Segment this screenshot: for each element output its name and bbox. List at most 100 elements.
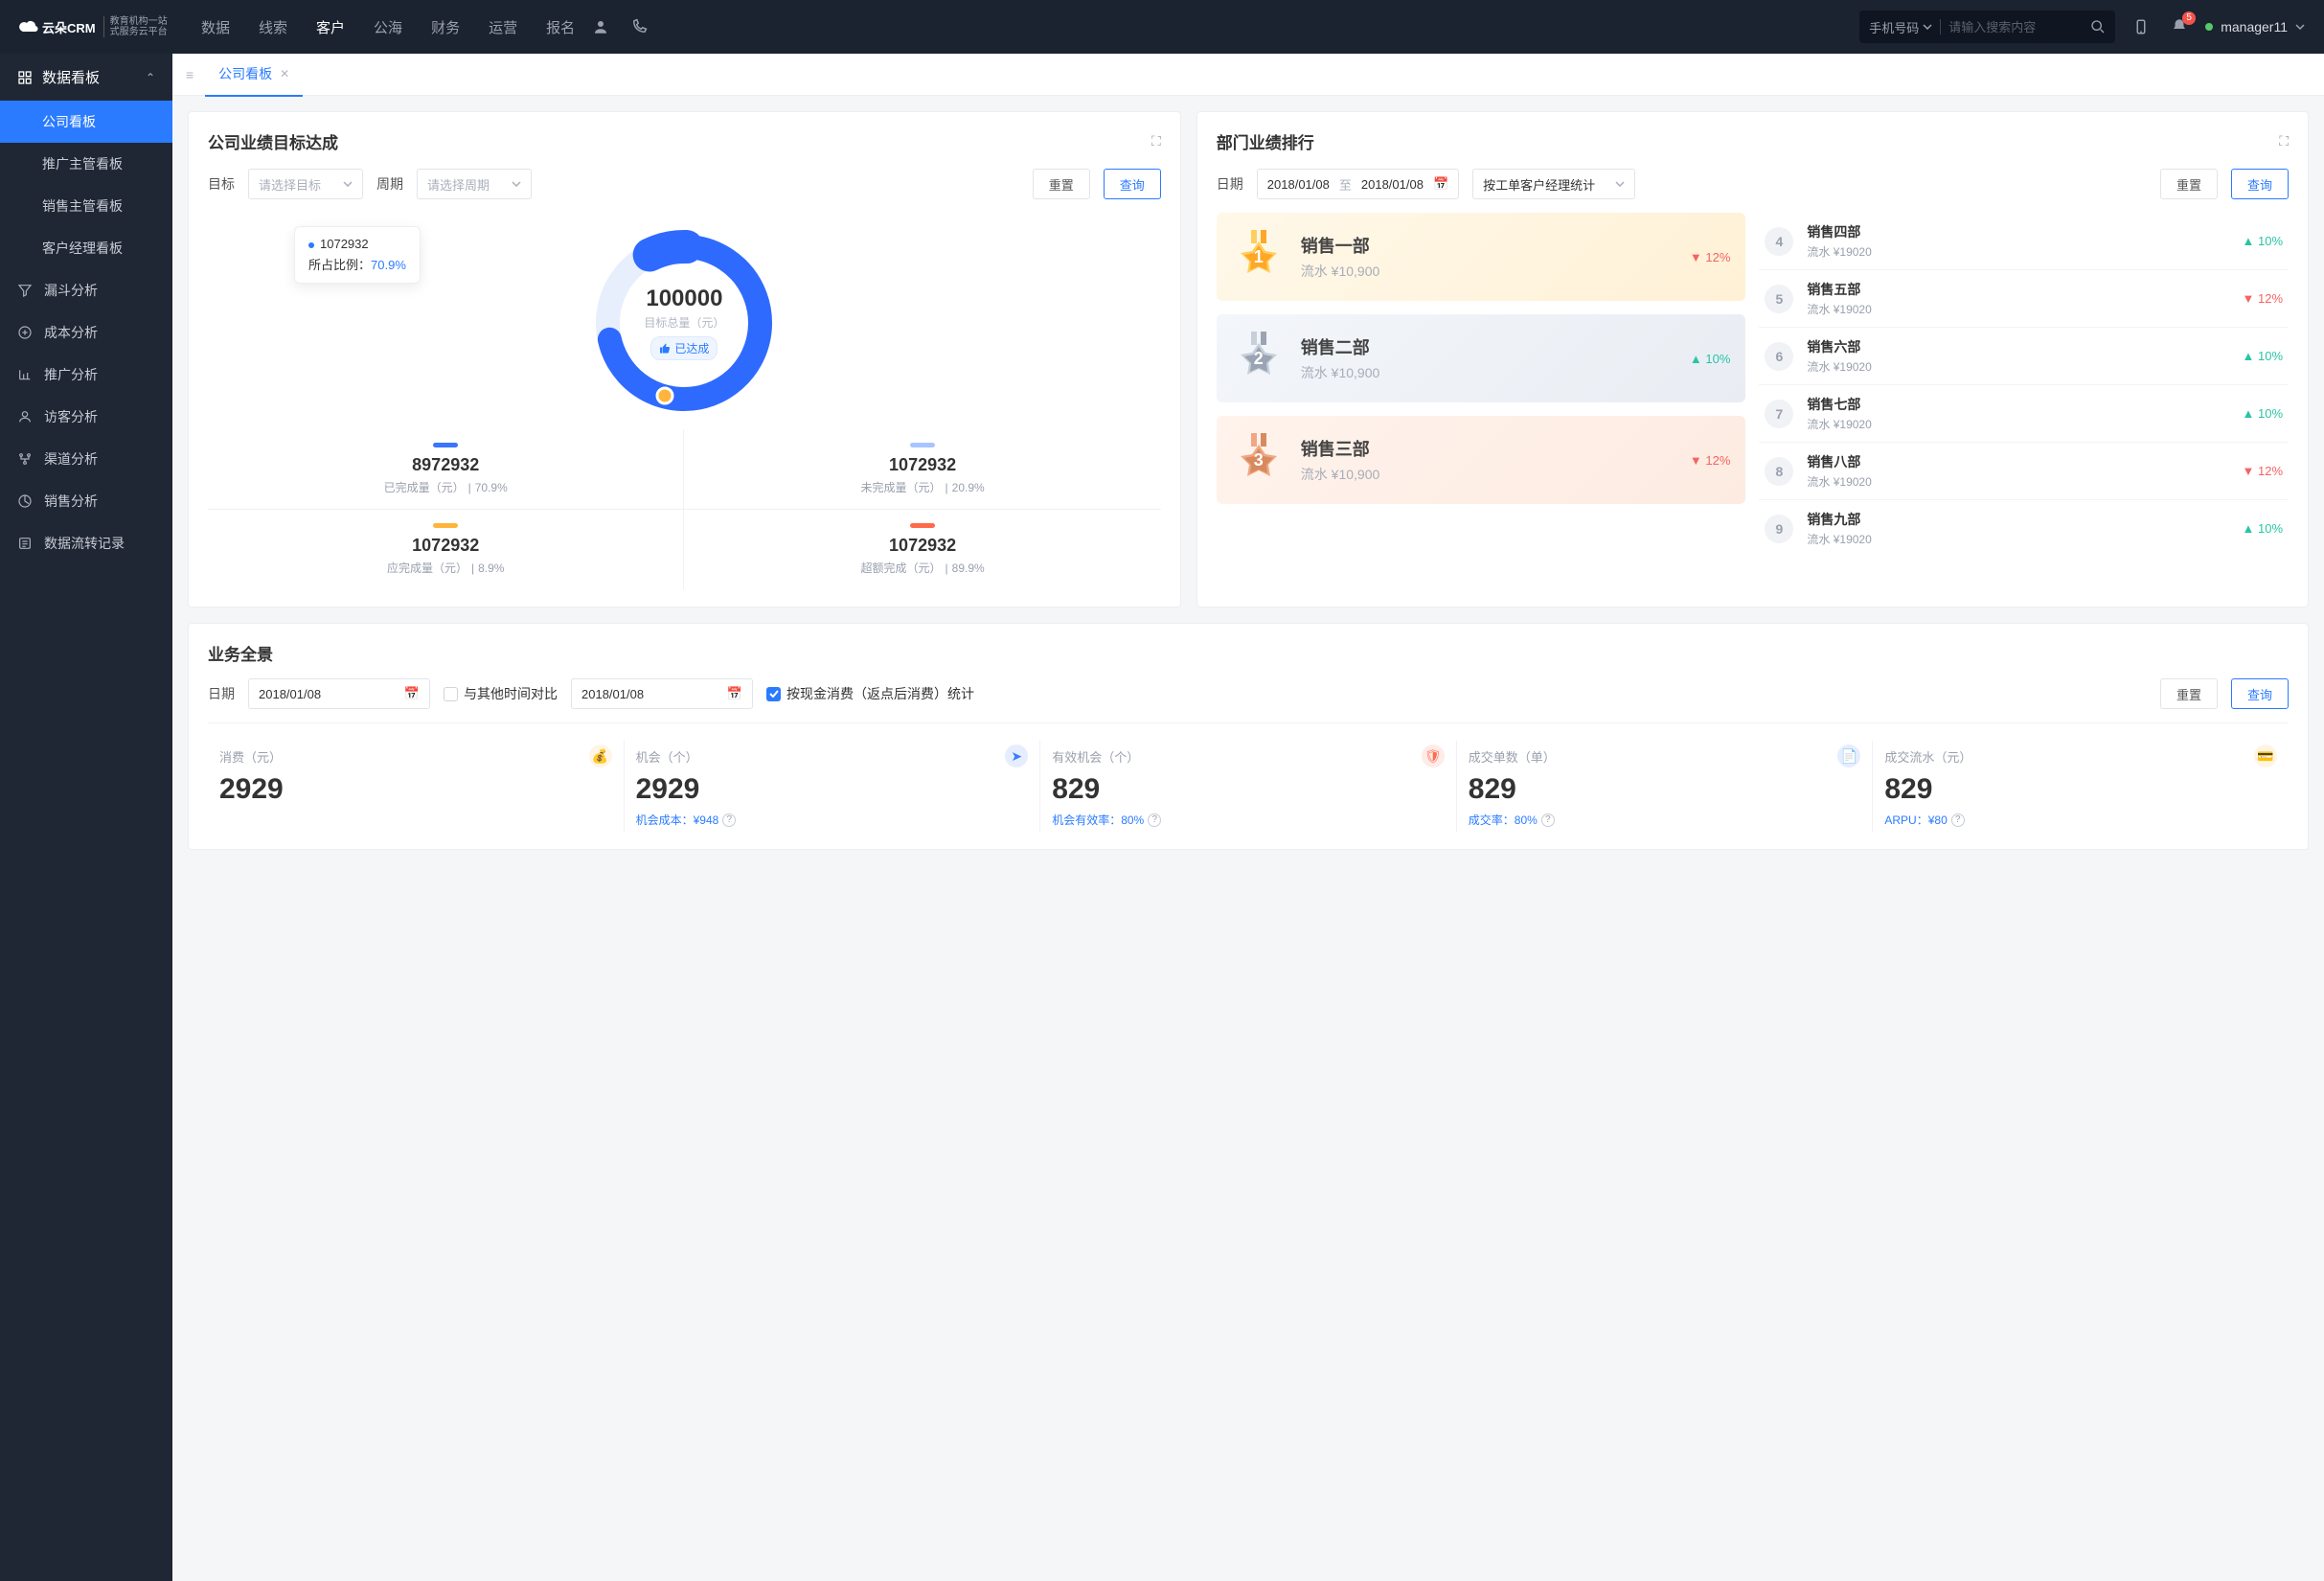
stat-value: 2929 (636, 773, 1029, 806)
search-input[interactable] (1948, 20, 2083, 34)
stat-pill-icon: ➤ (1005, 745, 1028, 768)
chart-tooltip: 1072932 所占比例：70.9% (294, 226, 421, 284)
stat-value: 829 (1884, 773, 2277, 806)
rank-name: 销售五部 (1807, 280, 2228, 299)
sidebar-item-visitor[interactable]: 访客分析 (0, 396, 172, 438)
page-tabbar: ≡ 公司看板 ✕ (172, 54, 2324, 96)
tab-data[interactable]: 数据 (201, 17, 230, 37)
top-navbar: 云朵CRM 教育机构一站 式服务云平台 数据 线索 客户 公海 财务 运营 报名… (0, 0, 2324, 54)
dashboard-icon (17, 70, 33, 85)
rank-row: 7 销售七部流水 ¥19020 ▲ 10% (1759, 385, 2289, 443)
rank-card: 1 销售一部 流水 ¥10,900 ▼ 12% (1217, 213, 1746, 301)
stat-pill-icon: 💰 (589, 745, 612, 768)
expand-icon[interactable]: ⛶ (2279, 133, 2289, 149)
search-box: 手机号码 (1859, 11, 2115, 43)
query-button[interactable]: 查询 (2231, 678, 2289, 709)
stat-label: 机会（个） (636, 747, 698, 766)
tab-finance[interactable]: 财务 (431, 17, 460, 37)
hamburger-icon[interactable]: ≡ (182, 63, 197, 86)
rank-row: 6 销售六部流水 ¥19020 ▲ 10% (1759, 328, 2289, 385)
sidebar-item-sales-analysis[interactable]: 销售分析 (0, 480, 172, 522)
compare-date-picker[interactable]: 2018/01/08📅 (571, 678, 753, 709)
sidebar-group-dashboard[interactable]: 数据看板 ⌃ (0, 54, 172, 101)
sidebar-item-promo-analysis[interactable]: 推广分析 (0, 354, 172, 396)
stat-cell: 有效机会（个）🛡 829 机会有效率：80% ? (1040, 741, 1457, 832)
card-title: 业务全景 (208, 641, 2289, 665)
tab-operations[interactable]: 运营 (489, 17, 517, 37)
page-tab-company[interactable]: 公司看板 ✕ (205, 53, 303, 97)
date-picker[interactable]: 2018/01/08📅 (248, 678, 430, 709)
notification-button[interactable]: 5 (2171, 17, 2188, 37)
search-type-select[interactable]: 手机号码 (1869, 18, 1932, 36)
chart-icon (17, 367, 33, 382)
cloud-icon (19, 20, 38, 34)
stat-pill-icon: 💳 (2254, 745, 2277, 768)
sidebar-item-funnel[interactable]: 漏斗分析 (0, 269, 172, 311)
stat-label: 成交流水（元） (1884, 747, 1971, 766)
cash-checkbox[interactable]: 按现金消费（返点后消费）统计 (766, 684, 974, 703)
phone-icon[interactable] (630, 18, 648, 35)
rank-card: 3 销售三部 流水 ¥10,900 ▼ 12% (1217, 416, 1746, 504)
select-stat-type[interactable]: 按工单客户经理统计 (1472, 169, 1635, 199)
rank-sub: 流水 ¥19020 (1807, 531, 2228, 547)
chevron-down-icon (1923, 24, 1932, 30)
reset-button[interactable]: 重置 (2160, 678, 2218, 709)
cost-icon (17, 325, 33, 340)
tab-customers[interactable]: 客户 (316, 17, 345, 37)
help-icon[interactable]: ? (1951, 813, 1965, 827)
rank-sub: 流水 ¥10,900 (1301, 465, 1675, 484)
rank-sub: 流水 ¥19020 (1807, 473, 2228, 490)
sidebar: 数据看板 ⌃ 公司看板 推广主管看板 销售主管看板 客户经理看板 漏斗分析 成本… (0, 54, 172, 1581)
search-icon[interactable] (2090, 19, 2106, 34)
achieved-badge: 已达成 (650, 336, 718, 360)
brand-zone: 云朵CRM 教育机构一站 式服务云平台 (19, 16, 172, 37)
card-dept-ranking: 部门业绩排行 ⛶ 日期 2018/01/08 至 2018/01/08 📅 按工… (1196, 111, 2309, 607)
label-period: 周期 (376, 174, 403, 194)
rank-sub: 流水 ¥19020 (1807, 243, 2228, 260)
expand-icon[interactable]: ⛶ (1151, 133, 1161, 149)
help-icon[interactable]: ? (722, 813, 736, 827)
stat-label: 成交单数（单） (1469, 747, 1556, 766)
rank-name: 销售一部 (1301, 233, 1675, 258)
checkbox-icon (444, 687, 458, 701)
brand-logo: 云朵CRM (19, 18, 96, 36)
sidebar-item-company[interactable]: 公司看板 (0, 101, 172, 143)
sidebar-item-channel[interactable]: 渠道分析 (0, 438, 172, 480)
status-dot-icon (2205, 23, 2213, 31)
reset-button[interactable]: 重置 (1033, 169, 1090, 199)
sidebar-item-sales-lead[interactable]: 销售主管看板 (0, 185, 172, 227)
donut-sublabel: 目标总量（元） (644, 314, 724, 331)
rank-sub: 流水 ¥19020 (1807, 301, 2228, 317)
stat-cell: 成交单数（单）📄 829 成交率：80% ? (1457, 741, 1874, 832)
user-icon[interactable] (592, 18, 609, 35)
rank-number: 8 (1765, 457, 1793, 486)
help-icon[interactable]: ? (1148, 813, 1161, 827)
rank-sub: 流水 ¥19020 (1807, 358, 2228, 375)
date-range-picker[interactable]: 2018/01/08 至 2018/01/08 📅 (1257, 169, 1459, 199)
sidebar-item-flow-record[interactable]: 数据流转记录 (0, 522, 172, 564)
sidebar-item-promotion[interactable]: 推广主管看板 (0, 143, 172, 185)
device-icon[interactable] (2132, 18, 2150, 35)
rank-number: 4 (1765, 227, 1793, 256)
select-target[interactable]: 请选择目标 (248, 169, 363, 199)
query-button[interactable]: 查询 (1104, 169, 1161, 199)
compare-checkbox[interactable]: 与其他时间对比 (444, 684, 558, 703)
sidebar-item-cost[interactable]: 成本分析 (0, 311, 172, 354)
reset-button[interactable]: 重置 (2160, 169, 2218, 199)
stat-pill-icon: 🛡 (1422, 745, 1445, 768)
stat-label: 消费（元） (219, 747, 282, 766)
tab-leads[interactable]: 线索 (259, 17, 287, 37)
rank-name: 销售八部 (1807, 452, 2228, 471)
tab-signup[interactable]: 报名 (546, 17, 575, 37)
help-icon[interactable]: ? (1541, 813, 1555, 827)
sidebar-item-account-mgr[interactable]: 客户经理看板 (0, 227, 172, 269)
analysis-icon (17, 493, 33, 509)
tab-public[interactable]: 公海 (374, 17, 402, 37)
user-menu[interactable]: manager11 (2205, 19, 2305, 34)
select-period[interactable]: 请选择周期 (417, 169, 532, 199)
query-button[interactable]: 查询 (2231, 169, 2289, 199)
notification-badge: 5 (2182, 11, 2196, 25)
close-icon[interactable]: ✕ (280, 67, 289, 80)
checkbox-checked-icon (766, 687, 781, 701)
visitor-icon (17, 409, 33, 424)
